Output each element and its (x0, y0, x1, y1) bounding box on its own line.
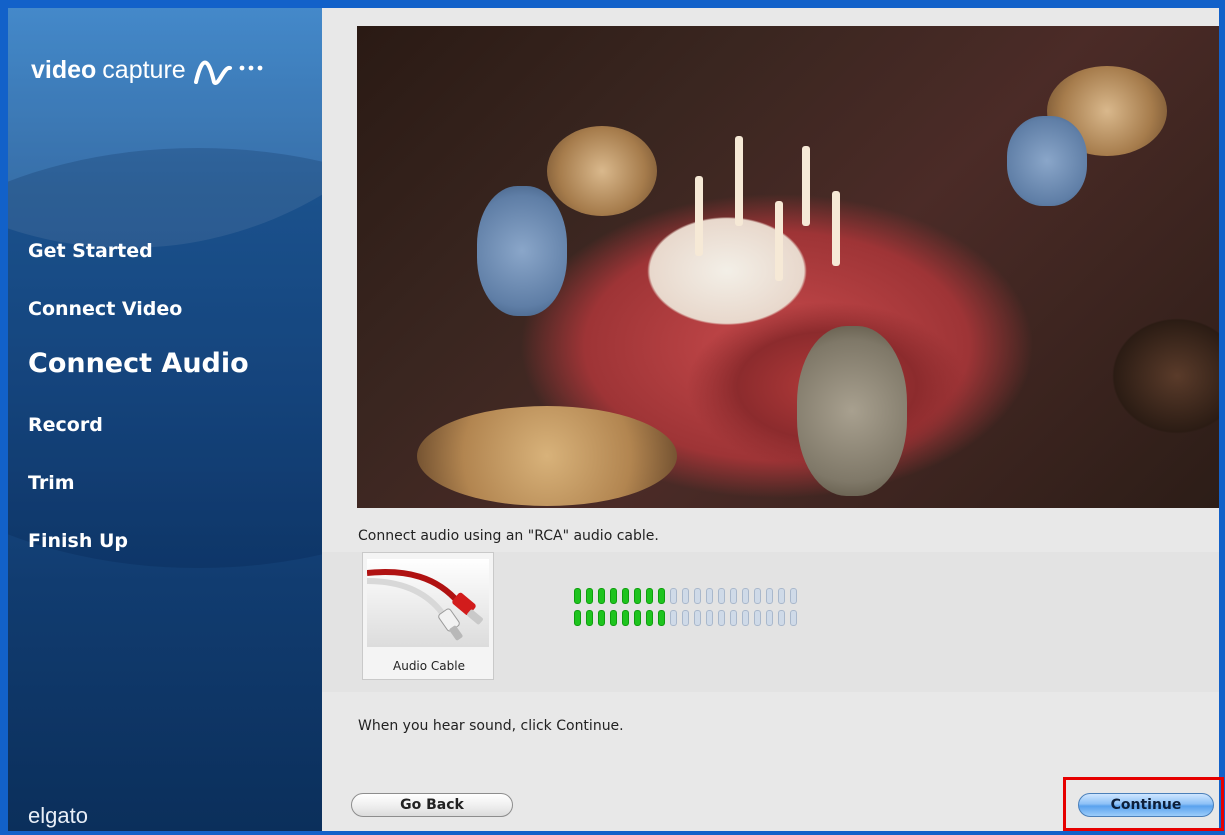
meter-segment-off (766, 588, 773, 604)
audio-cable-label: Audio Cable (393, 659, 465, 673)
candle (832, 191, 840, 266)
brand-logo: elgato (28, 803, 88, 828)
meter-segment-off (718, 588, 725, 604)
meter-segment-off (742, 610, 749, 626)
step-connect-video[interactable]: Connect Video (28, 298, 182, 320)
meter-segment-off (718, 610, 725, 626)
audio-meter-right (574, 610, 797, 626)
meter-segment-on (586, 588, 593, 604)
meter-segment-off (694, 588, 701, 604)
meter-segment-on (634, 588, 641, 604)
meter-segment-off (706, 610, 713, 626)
step-trim[interactable]: Trim (28, 472, 75, 494)
meter-segment-off (670, 610, 677, 626)
meter-segment-on (574, 610, 581, 626)
logo-light-text: capture (102, 55, 186, 84)
waveform-icon (193, 60, 263, 86)
continue-instruction: When you hear sound, click Continue. (358, 718, 624, 734)
candle (802, 146, 810, 226)
meter-segment-off (742, 588, 749, 604)
meter-segment-off (778, 610, 785, 626)
meter-segment-off (766, 610, 773, 626)
meter-segment-on (598, 588, 605, 604)
meter-segment-off (778, 588, 785, 604)
continue-button[interactable]: Continue (1078, 793, 1214, 817)
meter-segment-on (622, 610, 629, 626)
wrapped-gift (477, 186, 567, 316)
cable-instruction: Connect audio using an "RCA" audio cable… (358, 528, 659, 544)
meter-segment-on (610, 610, 617, 626)
meter-segment-on (658, 610, 665, 626)
wrapped-gift (797, 326, 907, 496)
meter-segment-off (754, 588, 761, 604)
meter-segment-on (646, 610, 653, 626)
wrapped-gift (1007, 116, 1087, 206)
logo-bold-text: video (31, 55, 97, 84)
meter-segment-off (790, 588, 797, 604)
meter-segment-on (574, 588, 581, 604)
video-preview (357, 26, 1219, 508)
go-back-button[interactable]: Go Back (351, 793, 513, 817)
sidebar: video capture Get Started Connect Video … (8, 8, 322, 831)
meter-segment-off (730, 610, 737, 626)
meter-segment-on (646, 588, 653, 604)
meter-segment-on (622, 588, 629, 604)
meter-segment-off (730, 588, 737, 604)
candle (735, 136, 743, 226)
meter-segment-on (598, 610, 605, 626)
bowl (547, 126, 657, 216)
meter-segment-off (754, 610, 761, 626)
main-panel: Connect audio using an "RCA" audio cable… (322, 8, 1219, 831)
step-connect-audio[interactable]: Connect Audio (28, 348, 249, 379)
meter-segment-on (610, 588, 617, 604)
meter-segment-off (670, 588, 677, 604)
meter-segment-off (694, 610, 701, 626)
meter-segment-off (682, 588, 689, 604)
step-finish-up[interactable]: Finish Up (28, 530, 128, 552)
meter-segment-off (706, 588, 713, 604)
candle (775, 201, 783, 281)
app-logo: video capture (31, 52, 276, 88)
rca-cable-icon (366, 559, 489, 647)
audio-panel: Audio Cable (322, 552, 1219, 692)
cookie-plate (417, 406, 677, 506)
step-record[interactable]: Record (28, 414, 103, 436)
step-get-started[interactable]: Get Started (28, 240, 153, 262)
meter-segment-on (586, 610, 593, 626)
audio-meter-left (574, 588, 797, 604)
audio-cable-tile[interactable]: Audio Cable (362, 552, 494, 680)
meter-segment-off (682, 610, 689, 626)
meter-segment-off (790, 610, 797, 626)
candle (695, 176, 703, 256)
meter-segment-on (658, 588, 665, 604)
meter-segment-on (634, 610, 641, 626)
